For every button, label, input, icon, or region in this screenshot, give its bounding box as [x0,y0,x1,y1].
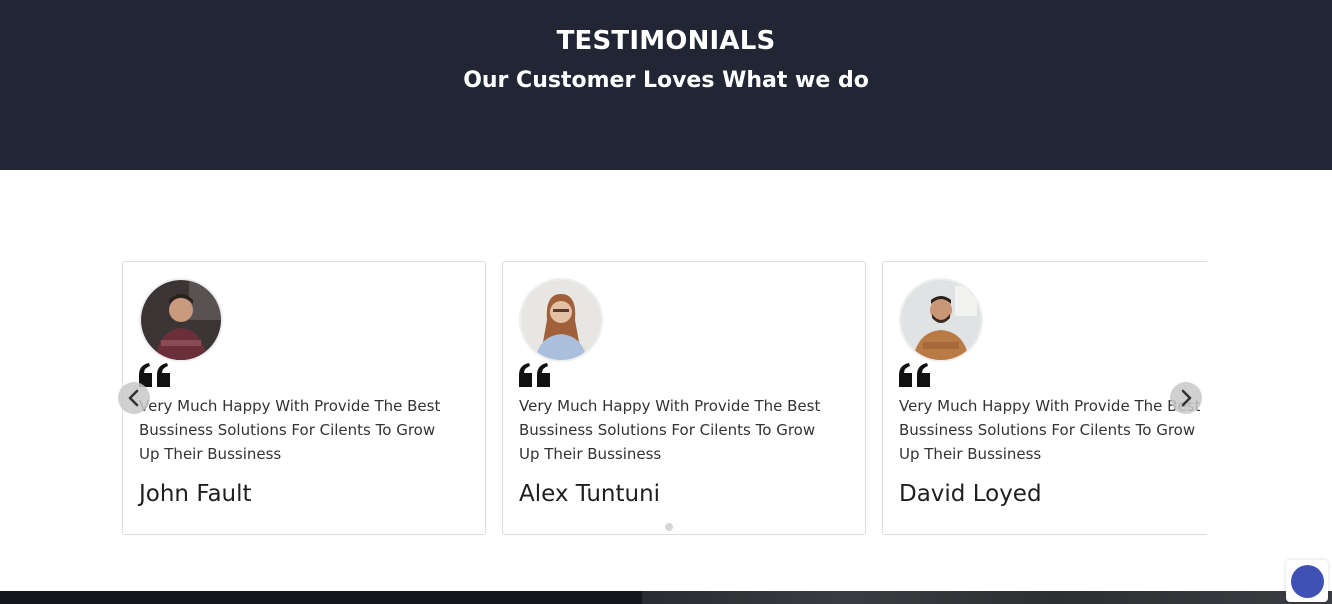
testimonial-text: Very Much Happy With Provide The Best Bu… [519,397,821,463]
customer-avatar [139,278,223,362]
person-photo-icon [521,280,601,360]
chevron-right-icon [1181,389,1192,407]
testimonial-carousel: Very Much Happy With Provide The Best Bu… [122,261,1207,536]
person-photo-icon [141,280,221,360]
quote-icon [519,363,550,387]
carousel-next-button[interactable] [1170,382,1202,414]
customer-name: David Loyed [899,481,1042,507]
customer-avatar [899,278,983,362]
quote-icon [899,363,930,387]
testimonial-card: Very Much Happy With Provide The Best Bu… [502,261,866,535]
section-title: TESTIMONIALS [556,26,776,56]
footer-section-edge [0,591,1332,604]
section-subtitle: Our Customer Loves What we do [463,68,869,93]
testimonial-card: Very Much Happy With Provide The Best Bu… [122,261,486,535]
customer-name: Alex Tuntuni [519,481,661,507]
customer-name: John Fault [139,481,252,507]
testimonials-header: TESTIMONIALS Our Customer Loves What we … [0,0,1332,170]
footer-background-image [642,591,1332,604]
testimonial-text: Very Much Happy With Provide The Best Bu… [899,397,1201,463]
chevron-left-icon [128,389,139,407]
testimonial-card: Very Much Happy With Provide The Best Bu… [882,261,1207,535]
chat-widget-button[interactable] [1286,560,1328,602]
testimonial-text: Very Much Happy With Provide The Best Bu… [139,397,441,463]
carousel-prev-button[interactable] [118,382,150,414]
customer-avatar [519,278,603,362]
chat-bubble-icon [1290,564,1324,598]
quote-icon [139,363,170,387]
carousel-page-dot[interactable] [665,523,673,531]
person-photo-icon [901,280,981,360]
